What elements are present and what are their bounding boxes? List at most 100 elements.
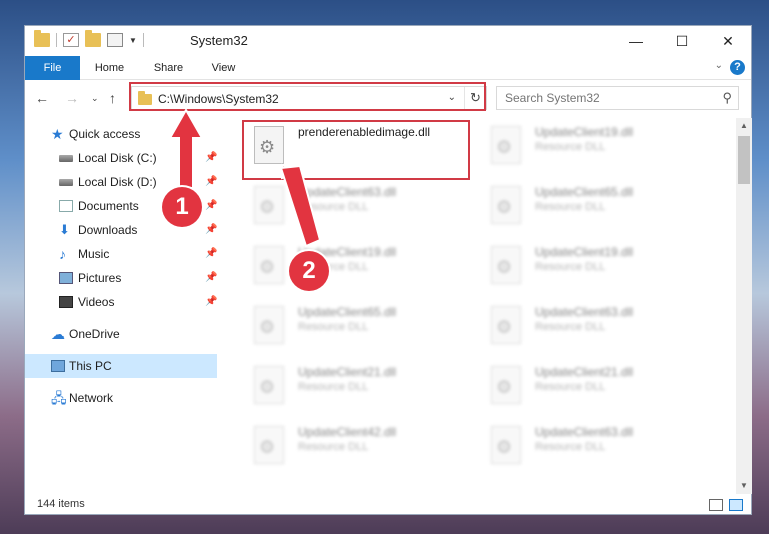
sidebar-item-network[interactable]: 🖧 Network (25, 386, 217, 410)
title-bar: ✓ ▼ System32 — ☐ ✕ (25, 26, 751, 56)
properties-icon[interactable]: ✓ (63, 33, 79, 47)
file-type: Resource DLL (535, 261, 606, 273)
back-arrow-icon[interactable]: ← (35, 90, 49, 106)
file-item[interactable]: UpdateClient21.dll Resource DLL (246, 360, 476, 416)
file-type: Resource DLL (298, 441, 369, 453)
step-1-badge: 1 (162, 187, 202, 227)
dll-file-icon (254, 246, 284, 284)
sidebar-item-videos[interactable]: Videos 📌 (25, 290, 217, 314)
tab-home[interactable]: Home (82, 56, 137, 80)
chevron-down-icon[interactable]: ▼ (129, 36, 137, 45)
documents-icon (59, 200, 73, 212)
cloud-icon: ☁ (51, 326, 65, 342)
dll-file-icon (254, 366, 284, 404)
network-icon: 🖧 (51, 390, 67, 406)
sidebar-item-onedrive[interactable]: ☁ OneDrive (25, 322, 217, 346)
pin-icon[interactable]: 📌 (205, 146, 217, 170)
file-highlight-box (242, 120, 470, 180)
tab-share[interactable]: Share (141, 56, 196, 80)
window-title: System32 (190, 33, 248, 48)
search-box[interactable]: ⚲ (496, 86, 739, 110)
pin-icon[interactable]: 📌 (205, 290, 217, 314)
dll-file-icon (491, 186, 521, 224)
folder-icon[interactable] (34, 30, 50, 47)
file-item[interactable]: UpdateClient42.dll Resource DLL (246, 420, 476, 476)
file-name: UpdateClient19.dll (535, 245, 634, 259)
pin-icon[interactable]: 📌 (205, 218, 217, 242)
step-2-badge: 2 (289, 251, 329, 291)
maximize-button[interactable]: ☐ (659, 26, 705, 56)
file-type: Resource DLL (535, 381, 606, 393)
download-icon: ⬇ (59, 222, 70, 237)
file-item[interactable]: UpdateClient19.dll Resource DLL (246, 240, 476, 296)
file-item[interactable]: UpdateClient19.dll Resource DLL (483, 240, 713, 296)
window-controls: — ☐ ✕ (613, 26, 751, 56)
file-type: Resource DLL (535, 321, 606, 333)
file-type: Resource DLL (535, 201, 606, 213)
details-view-icon[interactable] (709, 499, 723, 511)
file-type: Resource DLL (535, 441, 606, 453)
customize-icon[interactable] (107, 33, 123, 47)
file-name: UpdateClient63.dll (298, 185, 397, 199)
recent-locations-icon[interactable]: ⌄ (91, 93, 99, 104)
sidebar-item-label: Quick access (69, 127, 141, 141)
help-icon[interactable]: ? (730, 60, 745, 75)
file-name: UpdateClient19.dll (535, 125, 634, 139)
pin-icon[interactable]: 📌 (205, 170, 217, 194)
disk-icon (59, 179, 73, 186)
status-bar: 144 items (25, 494, 751, 516)
file-type: Resource DLL (298, 321, 369, 333)
tab-view[interactable]: View (196, 56, 251, 80)
sidebar-item-this-pc[interactable]: This PC (25, 354, 217, 378)
tab-file[interactable]: File (25, 56, 80, 80)
sidebar-item-label: Documents (78, 199, 139, 213)
new-folder-icon[interactable] (85, 30, 101, 47)
sidebar-item-music[interactable]: ♪ Music 📌 (25, 242, 217, 266)
sidebar-item-label: This PC (69, 359, 112, 373)
file-item[interactable]: UpdateClient65.dll Resource DLL (483, 180, 713, 236)
search-input[interactable] (505, 91, 705, 105)
file-item[interactable]: UpdateClient65.dll Resource DLL (246, 300, 476, 356)
sidebar-item-quick-access[interactable]: ★ Quick access (25, 122, 217, 146)
file-name: UpdateClient63.dll (535, 425, 634, 439)
file-name: UpdateClient63.dll (535, 305, 634, 319)
chevron-down-icon[interactable]: ⌄ (715, 60, 723, 71)
pin-icon[interactable]: 📌 (205, 194, 217, 218)
scroll-down-icon[interactable]: ▼ (736, 478, 752, 494)
file-type: Resource DLL (535, 141, 606, 153)
item-count: 144 items (37, 498, 85, 510)
file-explorer-window: ✓ ▼ System32 — ☐ ✕ File Home Share View … (24, 25, 752, 515)
dll-file-icon (254, 306, 284, 344)
file-item[interactable]: UpdateClient63.dll Resource DLL (483, 300, 713, 356)
file-item[interactable]: UpdateClient63.dll Resource DLL (483, 420, 713, 476)
sidebar-item-pictures[interactable]: Pictures 📌 (25, 266, 217, 290)
file-item[interactable]: UpdateClient19.dll Resource DLL (483, 120, 713, 176)
forward-arrow-icon[interactable]: → (65, 90, 79, 106)
minimize-button[interactable]: — (613, 26, 659, 56)
up-arrow-icon[interactable]: ↑ (109, 90, 116, 106)
toolbar-divider (142, 33, 144, 47)
sidebar-item-label: Local Disk (C:) (78, 151, 157, 165)
file-name: UpdateClient65.dll (535, 185, 634, 199)
pin-icon[interactable]: 📌 (205, 266, 217, 290)
search-icon[interactable]: ⚲ (722, 90, 732, 106)
quick-access-toolbar: ✓ ▼ (34, 30, 144, 47)
close-button[interactable]: ✕ (705, 26, 751, 56)
file-name: UpdateClient21.dll (298, 365, 397, 379)
music-icon: ♪ (59, 246, 66, 262)
pin-icon[interactable]: 📌 (205, 242, 217, 266)
dll-file-icon (491, 126, 521, 164)
file-item[interactable]: UpdateClient21.dll Resource DLL (483, 360, 713, 416)
file-name: UpdateClient65.dll (298, 305, 397, 319)
navigation-bar: ← → ⌄ ↑ C:\Windows\System32 ⌄ ↻ ⚲ (25, 82, 751, 114)
scroll-up-icon[interactable]: ▲ (736, 118, 752, 134)
large-icons-view-icon[interactable] (729, 499, 743, 511)
sidebar-item-local-disk-c[interactable]: Local Disk (C:) 📌 (25, 146, 217, 170)
vertical-scrollbar[interactable]: ▲ ▼ (736, 118, 752, 494)
scroll-thumb[interactable] (738, 136, 750, 184)
dll-file-icon (491, 246, 521, 284)
file-item[interactable]: UpdateClient63.dll Resource DLL (246, 180, 476, 236)
sidebar-item-label: Network (69, 391, 114, 405)
file-name: UpdateClient21.dll (535, 365, 634, 379)
dll-file-icon (491, 426, 521, 464)
